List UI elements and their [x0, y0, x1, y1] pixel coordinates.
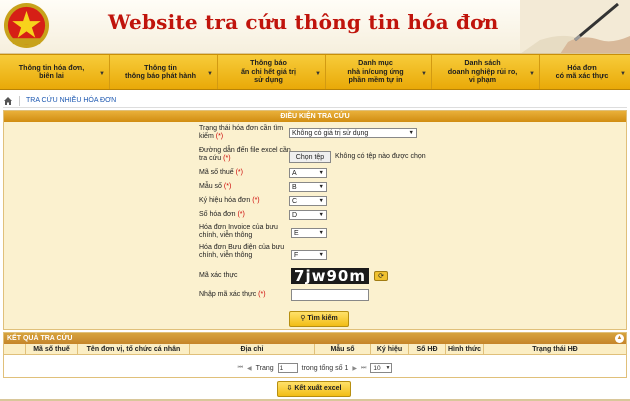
invoice-number-label: Số hóa đơn (*) — [199, 211, 245, 218]
caret-down-icon: ▼ — [318, 170, 324, 176]
nav-item-authenticated-invoice[interactable]: Hóa đơn có mã xác thực ▼ — [540, 55, 630, 89]
caret-down-icon: ▼ — [421, 71, 427, 77]
file-path-label: Đường dẫn đến file excel cần tra cứu (*) — [199, 147, 291, 162]
caret-down-icon: ▼ — [408, 130, 414, 136]
next-page-icon[interactable]: ▶ — [352, 365, 357, 372]
caret-down-icon: ▼ — [318, 252, 324, 258]
search-icon: ⚲ — [300, 315, 306, 322]
caret-down-icon: ▼ — [318, 198, 324, 204]
form-number-select[interactable]: B ▼ — [289, 182, 327, 192]
column-symbol: Ký hiệu — [371, 344, 409, 354]
page-size-select[interactable]: 10 ▼ — [370, 363, 393, 373]
column-form-type: Hình thức — [446, 344, 484, 354]
pagination: ⏮ ◀ Trang 1 trong tổng số 1 ▶ ⏭ 10 ▼ — [4, 359, 626, 377]
tax-code-label: Mã số thuế (*) — [199, 169, 243, 176]
captcha-input-label: Nhập mã xác thực (*) — [199, 291, 266, 298]
tax-emblem-logo[interactable] — [3, 2, 50, 49]
nav-item-invoice-info[interactable]: Thông tin hóa đơn, biên lai ▼ — [0, 55, 110, 89]
page-number-input[interactable]: 1 — [277, 363, 298, 373]
caret-down-icon: ▼ — [385, 365, 391, 371]
telecom-invoice-select[interactable]: E ▼ — [291, 228, 327, 238]
nav-item-expired-notice[interactable]: Thông báo ấn chỉ hết giá trị sử dụng ▼ — [218, 55, 326, 89]
captcha-input[interactable] — [291, 289, 369, 301]
invoice-number-select[interactable]: D ▼ — [289, 210, 327, 220]
pen-hand-illustration — [520, 0, 630, 53]
results-table-header: Mã số thuế Tên đơn vị, tổ chức cá nhân Đ… — [4, 344, 626, 355]
download-icon: ⇩ — [286, 385, 293, 392]
form-number-label: Mẫu số (*) — [199, 183, 232, 190]
results-header: KẾT QUẢ TRA CỨU ▲ — [4, 333, 626, 344]
status-select[interactable]: Không có giá trị sử dụng ▼ — [289, 128, 417, 138]
captcha-image: 7jw90m — [291, 268, 369, 284]
caret-down-icon: ▼ — [207, 71, 213, 77]
choose-file-button[interactable]: Chọn tệp — [289, 151, 331, 163]
nav-label: Thông tin thông báo phát hành — [124, 62, 197, 80]
panel-title: ĐIỀU KIỆN TRA CỨU — [4, 111, 626, 122]
prev-page-icon[interactable]: ◀ — [247, 365, 252, 372]
site-header: Website tra cứu thông tin hóa đơn — [0, 0, 630, 54]
page-label: Trang — [255, 364, 274, 372]
collapse-icon[interactable]: ▲ — [615, 334, 624, 343]
column-address: Địa chỉ — [190, 344, 315, 354]
column-index — [4, 344, 26, 354]
refresh-captcha-button[interactable]: ⟳ — [374, 271, 388, 281]
caret-down-icon: ▼ — [529, 71, 535, 77]
refresh-icon: ⟳ — [378, 273, 384, 280]
main-nav: Thông tin hóa đơn, biên lai ▼ Thông tin … — [0, 54, 630, 90]
column-tax-code: Mã số thuế — [26, 344, 78, 354]
file-status-text: Không có tệp nào được chọn — [335, 153, 426, 160]
tax-code-select[interactable]: A ▼ — [289, 168, 327, 178]
breadcrumb-separator — [19, 95, 20, 106]
captcha-label: Mã xác thực — [199, 272, 238, 279]
caret-down-icon: ▼ — [620, 71, 626, 77]
postal-invoice-select[interactable]: F ▼ — [291, 250, 327, 260]
page-total: trong tổng số 1 — [301, 364, 349, 372]
home-icon[interactable] — [3, 96, 13, 106]
status-label: Trạng thái hóa đơn cần tìm kiếm (*) — [199, 125, 284, 140]
last-page-icon[interactable]: ⏭ — [361, 365, 366, 372]
nav-label: Danh mục nhà in/cung ứng phần mềm tự in — [347, 58, 404, 85]
column-form-number: Mẫu số — [315, 344, 371, 354]
search-button[interactable]: ⚲ Tìm kiếm — [289, 311, 349, 327]
first-page-icon[interactable]: ⏮ — [238, 365, 243, 372]
caret-down-icon: ▼ — [315, 71, 321, 77]
caret-down-icon: ▼ — [318, 212, 324, 218]
nav-item-printer-list[interactable]: Danh mục nhà in/cung ứng phần mềm tự in … — [326, 55, 432, 89]
nav-label: Thông báo ấn chỉ hết giá trị sử dụng — [240, 58, 297, 85]
breadcrumb: TRA CỨU NHIỀU HÓA ĐƠN — [3, 94, 627, 108]
caret-down-icon: ▼ — [318, 184, 324, 190]
breadcrumb-current[interactable]: TRA CỨU NHIỀU HÓA ĐƠN — [26, 97, 116, 104]
column-organization-name: Tên đơn vị, tổ chức cá nhân — [78, 344, 190, 354]
nav-label: Hóa đơn có mã xác thực — [555, 62, 609, 80]
results-panel: KẾT QUẢ TRA CỨU ▲ Mã số thuế Tên đơn vị,… — [3, 332, 627, 378]
invoice-symbol-select[interactable]: C ▼ — [289, 196, 327, 206]
caret-down-icon: ▼ — [318, 230, 324, 236]
nav-item-risk-companies[interactable]: Danh sách doanh nghiệp rủi ro, vi phạm ▼ — [432, 55, 540, 89]
search-conditions-panel: ĐIỀU KIỆN TRA CỨU Trạng thái hóa đơn cần… — [3, 110, 627, 330]
column-invoice-status: Trạng thái HĐ — [532, 346, 578, 353]
column-invoice-number: Số HĐ — [409, 344, 446, 354]
telecom-invoice-label: Hóa đơn Invoice của bưu chính, viễn thôn… — [199, 224, 278, 239]
nav-item-issuance-notice[interactable]: Thông tin thông báo phát hành ▼ — [110, 55, 218, 89]
site-title: Website tra cứu thông tin hóa đơn — [108, 10, 499, 34]
results-title: KẾT QUẢ TRA CỨU — [7, 335, 73, 342]
caret-down-icon: ▼ — [99, 71, 105, 77]
nav-label: Danh sách doanh nghiệp rủi ro, vi phạm — [447, 58, 518, 85]
export-excel-button[interactable]: ⇩ Kết xuất excel — [277, 381, 351, 397]
nav-label: Thông tin hóa đơn, biên lai — [18, 62, 85, 80]
postal-invoice-label: Hóa đơn Bưu điện của bưu chính, viễn thô… — [199, 244, 285, 259]
invoice-symbol-label: Ký hiệu hóa đơn (*) — [199, 197, 260, 204]
